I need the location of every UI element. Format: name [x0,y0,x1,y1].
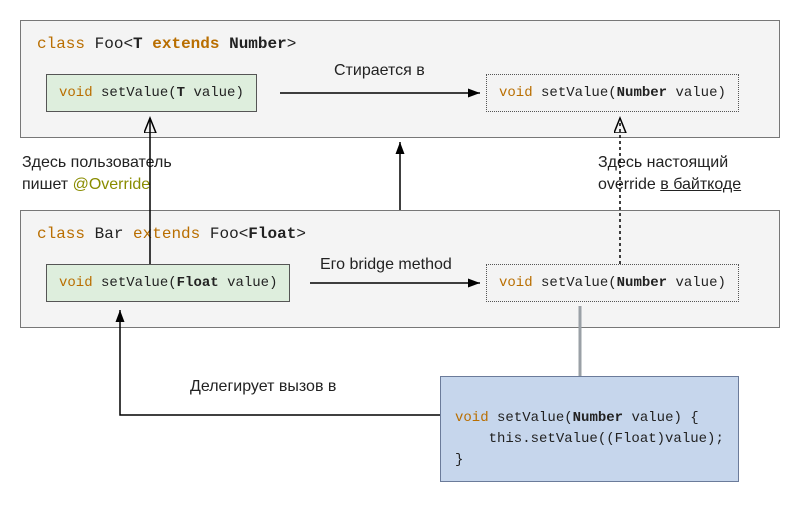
bridge-body-box: void setValue(Number value) { this.setVa… [440,376,739,482]
label-real-override: Здесь настоящий override в байткоде [598,152,788,195]
label-user-override: Здесь пользователь пишет @Override [22,152,212,195]
label-erased-in: Стирается в [334,60,425,82]
foo-method-source: void setValue(T value) [46,74,257,112]
bar-method-source: void setValue(Float value) [46,264,290,302]
label-delegates: Делегирует вызов в [190,376,336,398]
bar-method-erased: void setValue(Number value) [486,264,739,302]
label-bridge-method: Его bridge method [320,254,452,276]
class-bar-decl: class Bar extends Foo<Float> [35,221,765,255]
foo-method-erased: void setValue(Number value) [486,74,739,112]
